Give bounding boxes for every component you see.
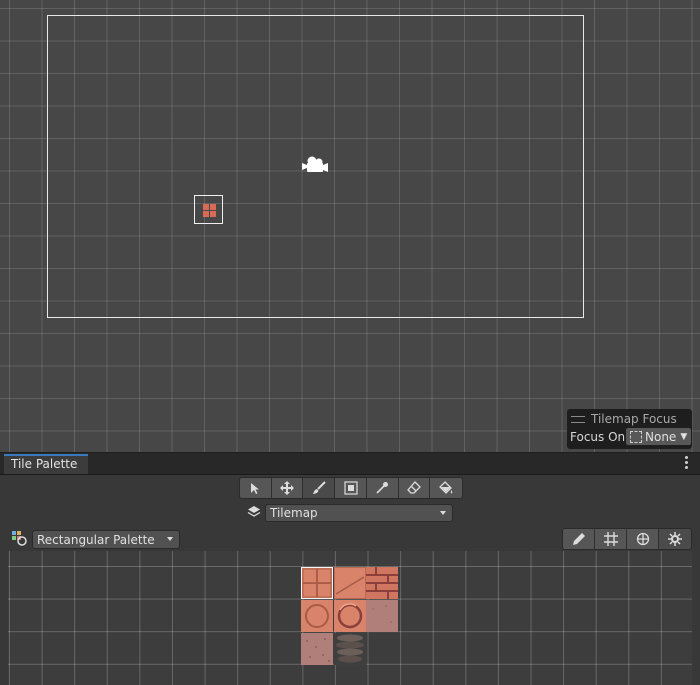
- tile-plain[interactable]: [366, 600, 398, 632]
- edit-palette-button[interactable]: [563, 529, 595, 549]
- focus-on-label: Focus On: [570, 430, 626, 444]
- tilemap-focus-overlay: Tilemap Focus Focus On None ▼: [567, 409, 692, 449]
- pencil-icon: [572, 533, 585, 545]
- tab-strip: Tile Palette: [0, 453, 700, 475]
- tile-dotted[interactable]: [301, 633, 333, 665]
- drag-handle-icon[interactable]: [571, 415, 585, 423]
- settings-icon: [668, 532, 682, 546]
- box-fill-tool-button[interactable]: [335, 478, 367, 498]
- box-fill-icon: [343, 481, 358, 495]
- tile-bricks[interactable]: [366, 567, 398, 599]
- dashed-box-icon: [630, 430, 642, 443]
- gizmo-icon: [636, 532, 649, 546]
- tile-cross[interactable]: [301, 567, 333, 599]
- tile-object[interactable]: [194, 195, 223, 224]
- tile-diagonal[interactable]: [334, 567, 366, 599]
- layers-icon: [247, 506, 261, 517]
- chevron-down-icon: ▼: [680, 431, 688, 442]
- focus-mode-dropdown[interactable]: None ▼: [626, 428, 691, 445]
- chevron-down-icon: [440, 511, 446, 515]
- active-tilemap-value: Tilemap: [270, 506, 318, 520]
- tile-palette-icon: [12, 531, 27, 546]
- tile-palette-toolbar: [239, 477, 463, 499]
- eyedropper-icon: [376, 482, 389, 494]
- tile-circle-alt[interactable]: [334, 600, 366, 632]
- tab-tile-palette[interactable]: Tile Palette: [4, 454, 88, 474]
- focus-overlay-title: Tilemap Focus: [591, 412, 677, 426]
- paint-tool-button[interactable]: [303, 478, 336, 498]
- erase-tool-button[interactable]: [398, 478, 431, 498]
- palette-grid[interactable]: [8, 551, 692, 685]
- chevron-down-icon: [167, 537, 173, 541]
- grid-icon: [603, 532, 618, 546]
- active-tilemap-dropdown[interactable]: Tilemap: [265, 504, 453, 522]
- picker-tool-button[interactable]: [366, 478, 399, 498]
- fill-tool-button[interactable]: [430, 478, 462, 498]
- palette-dropdown-value: Rectangular Palette: [37, 533, 155, 547]
- grid-toggle-button[interactable]: [595, 529, 627, 549]
- scene-view[interactable]: Tilemap Focus Focus On None ▼: [0, 0, 700, 452]
- bucket-icon: [439, 481, 453, 494]
- palette-dropdown[interactable]: Rectangular Palette: [32, 530, 180, 549]
- gizmo-toggle-button[interactable]: [627, 529, 659, 549]
- palette-settings-button[interactable]: [659, 529, 691, 549]
- camera-icon[interactable]: [302, 155, 328, 175]
- brush-icon: [312, 481, 326, 494]
- focus-mode-value: None: [645, 429, 677, 444]
- tile-palette-window: Tile Palette Tilemap Rectangular Palette: [0, 452, 700, 685]
- move-tool-button[interactable]: [271, 478, 304, 498]
- palette-edit-toolbar: [562, 528, 692, 550]
- move-icon: [280, 481, 295, 495]
- select-tool-button[interactable]: [240, 478, 272, 498]
- kebab-menu-icon[interactable]: [685, 456, 688, 469]
- eraser-icon: [407, 481, 421, 494]
- arrow-icon: [251, 483, 260, 494]
- tile-stones[interactable]: [334, 633, 366, 665]
- tile-circle[interactable]: [301, 600, 333, 632]
